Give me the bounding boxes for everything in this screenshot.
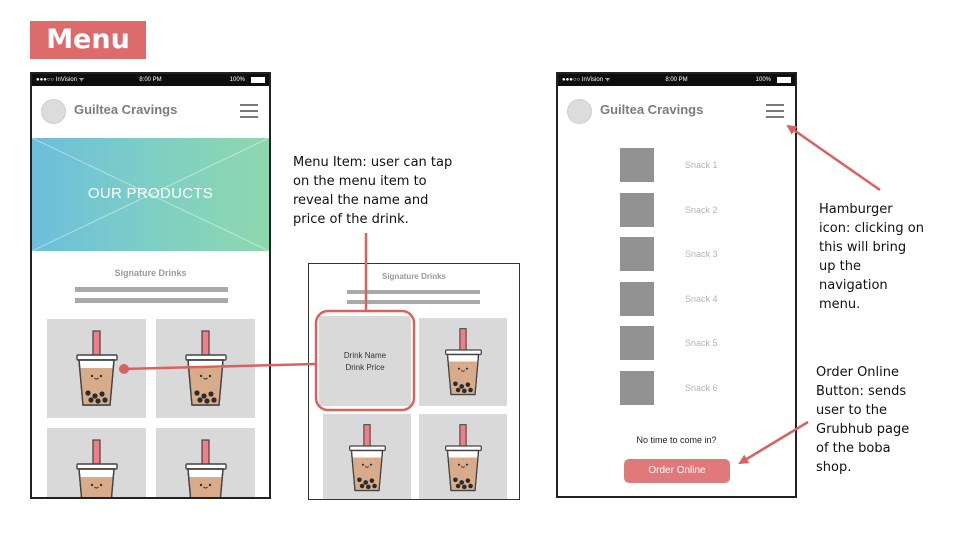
order-prompt: No time to come in? bbox=[636, 435, 717, 445]
menu-item-drink[interactable] bbox=[323, 414, 411, 500]
battery-label: 100% bbox=[755, 77, 771, 83]
annotation-line: on the menu item to bbox=[293, 174, 427, 189]
snack-image[interactable] bbox=[620, 192, 654, 227]
boba-drink-icon bbox=[323, 414, 411, 500]
navigation-phone-screen: ●●●○○ InVision ᯤ 8:00 PM 100% Guiltea Cr… bbox=[556, 72, 797, 498]
menu-item-drink[interactable] bbox=[156, 428, 255, 499]
annotation-menu-item: Menu Item: user can tap on the menu item… bbox=[293, 153, 452, 229]
section-title: Signature Drinks bbox=[114, 268, 187, 278]
placeholder-text-line bbox=[75, 298, 228, 303]
snack-image[interactable] bbox=[620, 370, 654, 405]
annotation-hamburger: Hamburger icon: clicking on this will br… bbox=[819, 200, 924, 314]
menu-item-drink[interactable] bbox=[156, 319, 255, 418]
logo-avatar[interactable] bbox=[41, 99, 66, 124]
snack-image[interactable] bbox=[620, 237, 654, 271]
battery-icon bbox=[777, 77, 791, 83]
boba-drink-icon bbox=[419, 414, 507, 500]
snack-image[interactable] bbox=[620, 281, 654, 316]
battery-label: 100% bbox=[229, 77, 245, 83]
annotation-line: of the boba bbox=[816, 441, 891, 456]
hero-title: OUR PRODUCTS bbox=[87, 185, 214, 202]
annotation-line: navigation bbox=[819, 278, 888, 293]
snack-image[interactable] bbox=[620, 326, 654, 360]
app-name: Guiltea Cravings bbox=[74, 102, 178, 117]
boba-drink-icon bbox=[47, 428, 146, 499]
placeholder-text-line bbox=[347, 300, 480, 304]
snack-label[interactable]: Snack 2 bbox=[685, 205, 718, 215]
boba-drink-icon bbox=[156, 319, 255, 418]
placeholder-text-line bbox=[75, 287, 228, 292]
menu-detail-card: Signature Drinks Drink Name Drink Price bbox=[308, 263, 520, 500]
snack-label[interactable]: Snack 4 bbox=[685, 294, 718, 304]
snack-image[interactable] bbox=[620, 148, 654, 182]
app-name: Guiltea Cravings bbox=[600, 102, 704, 117]
boba-drink-icon bbox=[156, 428, 255, 499]
menu-item-drink[interactable] bbox=[47, 428, 146, 499]
logo-avatar[interactable] bbox=[567, 99, 592, 124]
annotation-line: up the bbox=[819, 259, 861, 274]
annotation-line: shop. bbox=[816, 460, 852, 475]
menu-phone-screen: ●●●○○ InVision ᯤ 8:00 PM 100% Guiltea Cr… bbox=[30, 72, 271, 499]
annotation-line: reveal the name and bbox=[293, 193, 429, 208]
status-bar: ●●●○○ InVision ᯤ 8:00 PM 100% bbox=[558, 74, 795, 86]
annotation-order-online: Order Online Button: sends user to the G… bbox=[816, 363, 909, 477]
arrow-icon bbox=[786, 124, 881, 192]
hero-banner[interactable]: OUR PRODUCTS bbox=[32, 138, 269, 251]
annotation-line: user to the bbox=[816, 403, 888, 418]
placeholder-text-line bbox=[347, 290, 480, 294]
annotation-line: price of the drink. bbox=[293, 212, 409, 227]
order-online-button[interactable]: Order Online bbox=[624, 459, 730, 483]
menu-item-drink[interactable] bbox=[419, 414, 507, 500]
annotation-line: icon: clicking on bbox=[819, 221, 924, 236]
status-bar: ●●●○○ InVision ᯤ 8:00 PM 100% bbox=[32, 74, 269, 86]
app-header: Guiltea Cravings bbox=[32, 86, 269, 136]
hamburger-menu-icon[interactable] bbox=[240, 104, 258, 118]
annotation-line: this will bring bbox=[819, 240, 907, 255]
annotation-line: Button: sends bbox=[816, 384, 907, 399]
app-header: Guiltea Cravings bbox=[558, 86, 795, 136]
boba-drink-icon bbox=[419, 318, 507, 406]
snack-label[interactable]: Snack 3 bbox=[685, 249, 718, 259]
annotation-line: Grubhub page bbox=[816, 422, 910, 437]
section-title: Signature Drinks bbox=[381, 272, 446, 281]
snack-label[interactable]: Snack 1 bbox=[685, 160, 718, 170]
annotation-line: Order Online bbox=[816, 365, 900, 380]
snack-label[interactable]: Snack 5 bbox=[685, 338, 718, 348]
snack-label[interactable]: Snack 6 bbox=[685, 383, 718, 393]
drink-name: Drink Name bbox=[343, 351, 387, 360]
annotation-line: menu. bbox=[819, 297, 861, 312]
battery-icon bbox=[251, 77, 265, 83]
menu-item-drink[interactable] bbox=[419, 318, 507, 406]
annotation-line: Menu Item: user can tap bbox=[293, 155, 453, 170]
boba-drink-icon bbox=[47, 319, 146, 418]
slide-title: Menu bbox=[30, 21, 146, 59]
menu-item-drink[interactable] bbox=[47, 319, 146, 418]
menu-item-revealed[interactable]: Drink Name Drink Price bbox=[319, 316, 411, 406]
drink-price: Drink Price bbox=[345, 363, 385, 372]
annotation-line: Hamburger bbox=[819, 202, 893, 217]
hamburger-menu-icon[interactable] bbox=[766, 104, 784, 118]
